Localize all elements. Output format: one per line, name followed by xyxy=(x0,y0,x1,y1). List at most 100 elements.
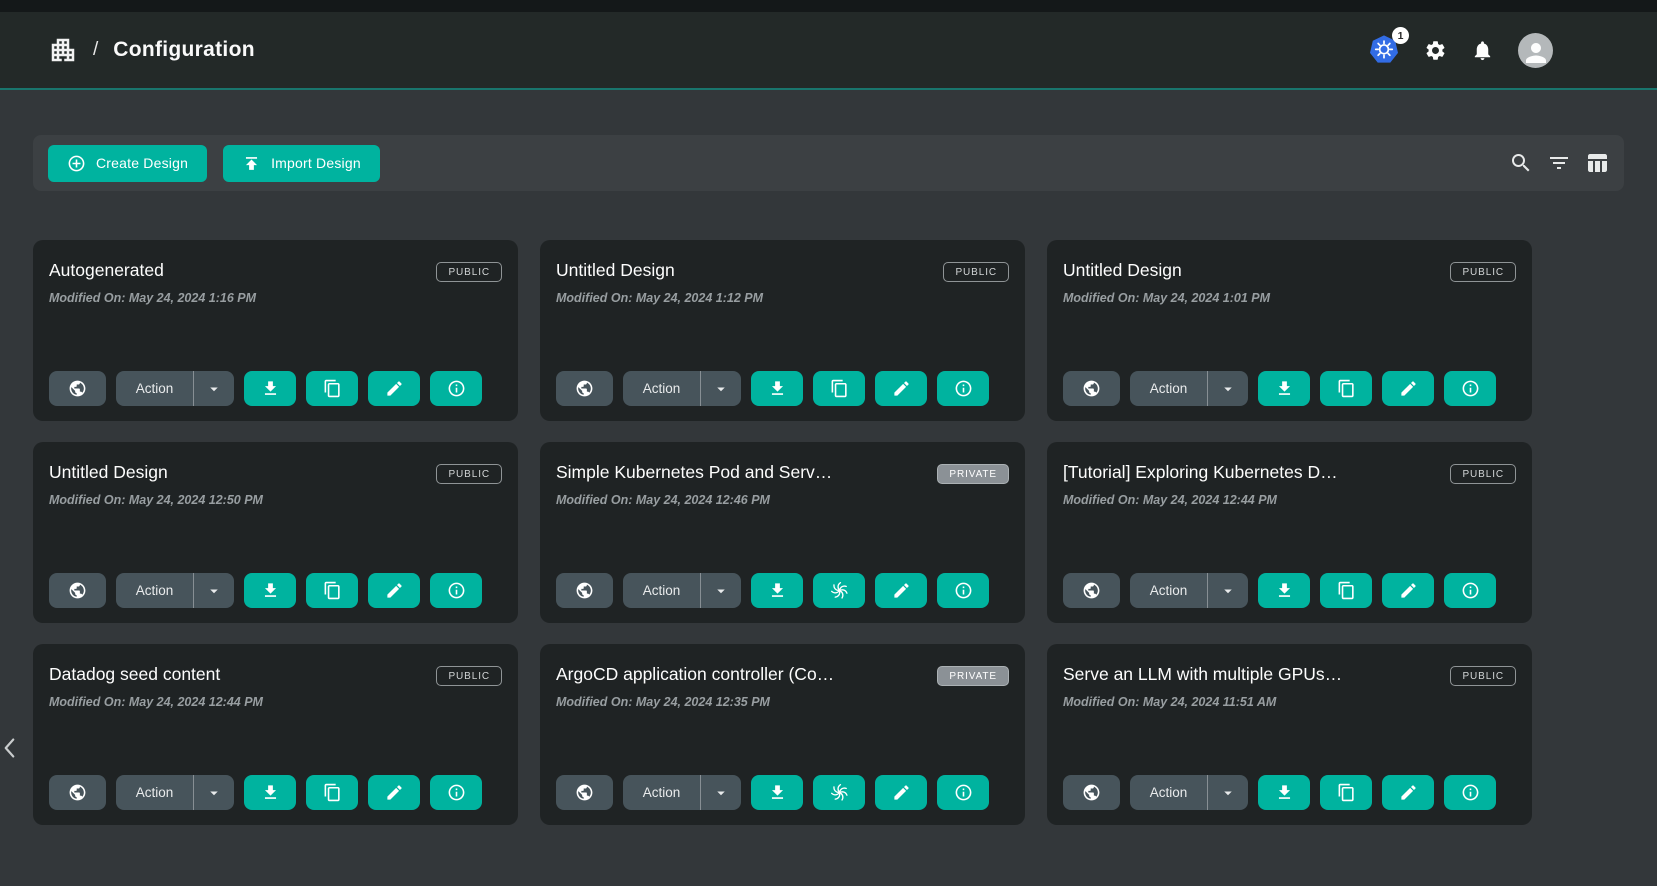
edit-button[interactable] xyxy=(368,371,420,406)
action-split-button[interactable]: Action xyxy=(1130,573,1248,608)
action-dropdown-toggle[interactable] xyxy=(701,784,741,802)
caret-down-icon xyxy=(205,582,223,600)
collapse-panel-button[interactable] xyxy=(2,736,17,763)
clone-button[interactable] xyxy=(1320,371,1372,406)
download-button[interactable] xyxy=(244,371,296,406)
edit-button[interactable] xyxy=(368,775,420,810)
download-button[interactable] xyxy=(1258,775,1310,810)
visibility-globe-button[interactable] xyxy=(49,775,106,810)
visibility-badge: PUBLIC xyxy=(436,262,502,282)
info-button[interactable] xyxy=(937,775,989,810)
visibility-globe-button[interactable] xyxy=(556,371,613,406)
notifications-button[interactable] xyxy=(1471,39,1494,62)
action-split-button[interactable]: Action xyxy=(623,371,741,406)
clone-button[interactable] xyxy=(306,573,358,608)
download-button[interactable] xyxy=(244,775,296,810)
clone-button[interactable] xyxy=(306,775,358,810)
context-count-badge: 1 xyxy=(1392,27,1409,44)
info-button[interactable] xyxy=(937,573,989,608)
search-button[interactable] xyxy=(1509,151,1533,175)
action-split-button[interactable]: Action xyxy=(623,573,741,608)
create-design-button[interactable]: Create Design xyxy=(48,145,207,182)
design-card[interactable]: ArgoCD application controller (Co… PRIVA… xyxy=(540,644,1025,825)
edit-button[interactable] xyxy=(875,775,927,810)
design-card[interactable]: Untitled Design PUBLIC Modified On: May … xyxy=(1047,240,1532,421)
design-card[interactable]: Untitled Design PUBLIC Modified On: May … xyxy=(540,240,1025,421)
action-dropdown-toggle[interactable] xyxy=(1208,380,1248,398)
edit-button[interactable] xyxy=(1382,775,1434,810)
visibility-badge: PUBLIC xyxy=(1450,666,1516,686)
modified-date: Modified On: May 24, 2024 12:35 PM xyxy=(556,695,1009,709)
design-card[interactable]: [Tutorial] Exploring Kubernetes D… PUBLI… xyxy=(1047,442,1532,623)
design-card[interactable]: Simple Kubernetes Pod and Serv… PRIVATE … xyxy=(540,442,1025,623)
visibility-globe-button[interactable] xyxy=(556,775,613,810)
modified-date: Modified On: May 24, 2024 1:16 PM xyxy=(49,291,502,305)
info-button[interactable] xyxy=(430,573,482,608)
gear-icon xyxy=(1424,39,1447,62)
info-icon xyxy=(1461,783,1480,802)
action-split-button[interactable]: Action xyxy=(1130,371,1248,406)
clone-button[interactable] xyxy=(813,371,865,406)
avatar[interactable] xyxy=(1518,33,1553,68)
modified-date: Modified On: May 24, 2024 1:12 PM xyxy=(556,291,1009,305)
globe-icon xyxy=(68,783,87,802)
clone-button[interactable] xyxy=(1320,573,1372,608)
action-split-button[interactable]: Action xyxy=(1130,775,1248,810)
visibility-globe-button[interactable] xyxy=(1063,775,1120,810)
clone-button[interactable] xyxy=(1320,775,1372,810)
info-button[interactable] xyxy=(937,371,989,406)
visibility-globe-button[interactable] xyxy=(1063,371,1120,406)
design-card[interactable]: Autogenerated PUBLIC Modified On: May 24… xyxy=(33,240,518,421)
visibility-globe-button[interactable] xyxy=(556,573,613,608)
action-split-button[interactable]: Action xyxy=(116,775,234,810)
edit-button[interactable] xyxy=(875,573,927,608)
download-button[interactable] xyxy=(1258,573,1310,608)
visibility-globe-button[interactable] xyxy=(49,371,106,406)
info-button[interactable] xyxy=(430,371,482,406)
download-button[interactable] xyxy=(751,371,803,406)
edit-button[interactable] xyxy=(368,573,420,608)
visibility-badge: PUBLIC xyxy=(943,262,1009,282)
design-title: Autogenerated xyxy=(49,260,424,281)
kubernetes-context-button[interactable]: 1 xyxy=(1368,34,1400,66)
download-button[interactable] xyxy=(751,775,803,810)
caret-down-icon xyxy=(712,380,730,398)
download-button[interactable] xyxy=(1258,371,1310,406)
import-design-label: Import Design xyxy=(271,155,361,171)
action-dropdown-toggle[interactable] xyxy=(701,380,741,398)
import-design-button[interactable]: Import Design xyxy=(223,145,380,182)
action-label: Action xyxy=(116,583,193,598)
action-dropdown-toggle[interactable] xyxy=(194,380,234,398)
action-split-button[interactable]: Action xyxy=(116,371,234,406)
info-button[interactable] xyxy=(1444,573,1496,608)
download-button[interactable] xyxy=(244,573,296,608)
filter-button[interactable] xyxy=(1547,151,1571,175)
clone-button[interactable] xyxy=(306,371,358,406)
download-button[interactable] xyxy=(751,573,803,608)
action-dropdown-toggle[interactable] xyxy=(1208,582,1248,600)
action-split-button[interactable]: Action xyxy=(623,775,741,810)
clone-button[interactable] xyxy=(813,775,865,810)
design-card[interactable]: Serve an LLM with multiple GPUs… PUBLIC … xyxy=(1047,644,1532,825)
design-title: Serve an LLM with multiple GPUs… xyxy=(1063,664,1438,685)
info-button[interactable] xyxy=(430,775,482,810)
table-view-button[interactable] xyxy=(1585,151,1609,175)
edit-button[interactable] xyxy=(875,371,927,406)
action-split-button[interactable]: Action xyxy=(116,573,234,608)
design-card[interactable]: Untitled Design PUBLIC Modified On: May … xyxy=(33,442,518,623)
design-card[interactable]: Datadog seed content PUBLIC Modified On:… xyxy=(33,644,518,825)
action-dropdown-toggle[interactable] xyxy=(701,582,741,600)
action-dropdown-toggle[interactable] xyxy=(194,582,234,600)
info-button[interactable] xyxy=(1444,775,1496,810)
settings-button[interactable] xyxy=(1424,39,1447,62)
visibility-globe-button[interactable] xyxy=(49,573,106,608)
action-dropdown-toggle[interactable] xyxy=(194,784,234,802)
edit-pencil-icon xyxy=(385,379,404,398)
edit-button[interactable] xyxy=(1382,573,1434,608)
action-dropdown-toggle[interactable] xyxy=(1208,784,1248,802)
building-icon[interactable] xyxy=(48,35,78,65)
visibility-globe-button[interactable] xyxy=(1063,573,1120,608)
edit-button[interactable] xyxy=(1382,371,1434,406)
info-button[interactable] xyxy=(1444,371,1496,406)
clone-button[interactable] xyxy=(813,573,865,608)
